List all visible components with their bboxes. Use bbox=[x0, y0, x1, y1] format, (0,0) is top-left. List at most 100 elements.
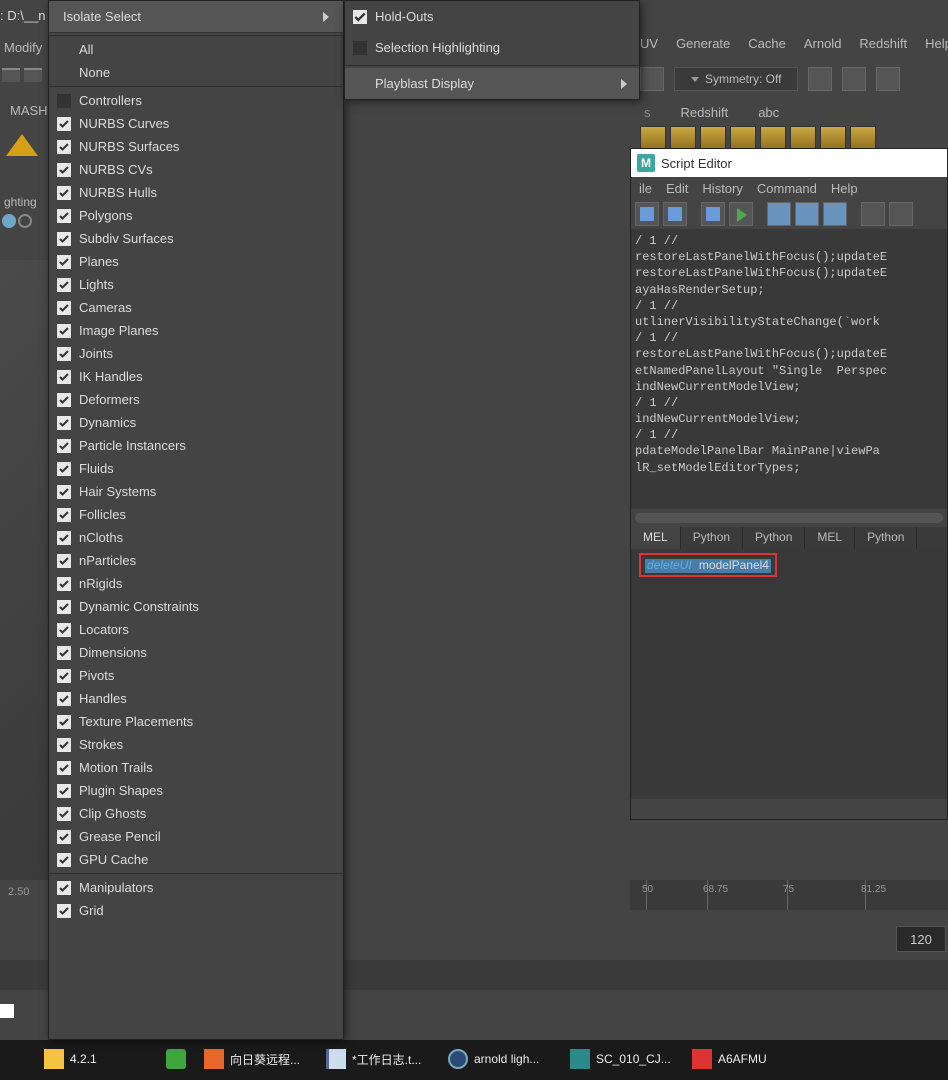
folder-icon[interactable] bbox=[2, 68, 20, 82]
menu-generate[interactable]: Generate bbox=[676, 36, 730, 51]
open-icon[interactable] bbox=[701, 202, 725, 226]
taskbar-item[interactable]: 向日葵远程... bbox=[196, 1044, 316, 1076]
sync-icon[interactable] bbox=[18, 214, 32, 228]
se-menu-file[interactable]: ile bbox=[639, 181, 652, 196]
script-tab-python-4[interactable]: Python bbox=[855, 527, 917, 549]
camera-icon[interactable] bbox=[842, 67, 866, 91]
show-none-item[interactable]: None bbox=[49, 61, 343, 84]
script-output[interactable]: / 1 // restoreLastPanelWithFocus();updat… bbox=[631, 229, 947, 509]
modify-menu[interactable]: Modify bbox=[4, 40, 42, 55]
show-item-joints[interactable]: Joints bbox=[49, 342, 343, 365]
folder-open-icon[interactable] bbox=[24, 68, 42, 82]
show-item-texture-placements[interactable]: Texture Placements bbox=[49, 710, 343, 733]
menu-help[interactable]: Help bbox=[925, 36, 948, 51]
render-icon[interactable] bbox=[876, 67, 900, 91]
show-item-polygons[interactable]: Polygons bbox=[49, 204, 343, 227]
show-item-dimensions[interactable]: Dimensions bbox=[49, 641, 343, 664]
show-item-nurbs-cvs[interactable]: NURBS CVs bbox=[49, 158, 343, 181]
se-menu-edit[interactable]: Edit bbox=[666, 181, 688, 196]
script-editor-titlebar[interactable]: M Script Editor bbox=[631, 149, 947, 177]
show-item-image-planes[interactable]: Image Planes bbox=[49, 319, 343, 342]
se-menu-help[interactable]: Help bbox=[831, 181, 858, 196]
show-item-locators[interactable]: Locators bbox=[49, 618, 343, 641]
timeline[interactable]: 5068.757581.25 bbox=[630, 880, 948, 910]
clear-history-icon[interactable] bbox=[767, 202, 791, 226]
shelf-tab-redshift[interactable]: Redshift bbox=[681, 105, 729, 120]
isolate-select-item[interactable]: Isolate Select bbox=[49, 1, 343, 33]
taskbar-item[interactable] bbox=[158, 1044, 194, 1076]
show-history-icon[interactable] bbox=[861, 202, 885, 226]
show-item-nurbs-surfaces[interactable]: NURBS Surfaces bbox=[49, 135, 343, 158]
show-item-ncloths[interactable]: nCloths bbox=[49, 526, 343, 549]
show-manipulators-item[interactable]: Manipulators bbox=[49, 876, 343, 899]
show-all-item[interactable]: All bbox=[49, 38, 343, 61]
taskbar-item[interactable]: SC_010_CJ... bbox=[562, 1044, 682, 1076]
show-item-lights[interactable]: Lights bbox=[49, 273, 343, 296]
menu-arnold[interactable]: Arnold bbox=[804, 36, 842, 51]
save-all-icon[interactable] bbox=[663, 202, 687, 226]
show-item-subdiv-surfaces[interactable]: Subdiv Surfaces bbox=[49, 227, 343, 250]
frame-counter[interactable]: 120 bbox=[896, 926, 946, 952]
show-item-ik-handles[interactable]: IK Handles bbox=[49, 365, 343, 388]
symmetry-dropdown[interactable]: Symmetry: Off bbox=[674, 67, 798, 91]
show-item-particle-instancers[interactable]: Particle Instancers bbox=[49, 434, 343, 457]
taskbar-item[interactable]: arnold ligh... bbox=[440, 1044, 560, 1076]
show-item-nurbs-curves[interactable]: NURBS Curves bbox=[49, 112, 343, 135]
shelf-tab-abc[interactable]: abc bbox=[758, 105, 779, 120]
show-item-deformers[interactable]: Deformers bbox=[49, 388, 343, 411]
show-item-cameras[interactable]: Cameras bbox=[49, 296, 343, 319]
script-tab-mel-3[interactable]: MEL bbox=[805, 527, 855, 549]
se-menu-history[interactable]: History bbox=[702, 181, 742, 196]
pin-icon[interactable] bbox=[2, 214, 16, 228]
taskbar-item[interactable]: A6AFMU bbox=[684, 1044, 804, 1076]
selection-highlighting-item[interactable]: Selection Highlighting bbox=[345, 32, 639, 63]
show-item-dynamic-constraints[interactable]: Dynamic Constraints bbox=[49, 595, 343, 618]
taskbar-item[interactable]: 4.2.1 bbox=[36, 1044, 156, 1076]
script-input[interactable]: deleteUI modelPanel4 bbox=[631, 549, 947, 799]
script-tab-mel-0[interactable]: MEL bbox=[631, 527, 681, 549]
taskbar-item[interactable]: *工作日志.t... bbox=[318, 1044, 438, 1076]
script-tab-python-2[interactable]: Python bbox=[743, 527, 805, 549]
show-input-icon[interactable] bbox=[889, 202, 913, 226]
script-tabs: MELPythonPythonMELPython bbox=[631, 527, 947, 549]
show-item-follicles[interactable]: Follicles bbox=[49, 503, 343, 526]
execute-icon[interactable] bbox=[729, 202, 753, 226]
save-icon[interactable] bbox=[635, 202, 659, 226]
checkbox-icon bbox=[57, 94, 71, 108]
checkbox-icon bbox=[57, 738, 71, 752]
show-item-pivots[interactable]: Pivots bbox=[49, 664, 343, 687]
show-item-grease-pencil[interactable]: Grease Pencil bbox=[49, 825, 343, 848]
show-item-handles[interactable]: Handles bbox=[49, 687, 343, 710]
show-menu: Isolate Select All None ControllersNURBS… bbox=[48, 0, 344, 1040]
show-item-dynamics[interactable]: Dynamics bbox=[49, 411, 343, 434]
magnet-icon[interactable] bbox=[640, 67, 664, 91]
show-item-strokes[interactable]: Strokes bbox=[49, 733, 343, 756]
show-item-planes[interactable]: Planes bbox=[49, 250, 343, 273]
menu-redshift[interactable]: Redshift bbox=[859, 36, 907, 51]
script-tab-python-1[interactable]: Python bbox=[681, 527, 743, 549]
menu-uv[interactable]: UV bbox=[640, 36, 658, 51]
show-item-gpu-cache[interactable]: GPU Cache bbox=[49, 848, 343, 871]
cone-shelf-icon[interactable] bbox=[4, 130, 40, 166]
show-item-fluids[interactable]: Fluids bbox=[49, 457, 343, 480]
show-grid-item[interactable]: Grid bbox=[49, 899, 343, 922]
playblast-display-item[interactable]: Playblast Display bbox=[345, 68, 639, 99]
se-menu-command[interactable]: Command bbox=[757, 181, 817, 196]
show-item-label: Dynamic Constraints bbox=[79, 599, 331, 614]
clear-input-icon[interactable] bbox=[795, 202, 819, 226]
show-item-nurbs-hulls[interactable]: NURBS Hulls bbox=[49, 181, 343, 204]
holdouts-item[interactable]: Hold-Outs bbox=[345, 1, 639, 32]
show-item-nparticles[interactable]: nParticles bbox=[49, 549, 343, 572]
show-item-hair-systems[interactable]: Hair Systems bbox=[49, 480, 343, 503]
grid-icon[interactable] bbox=[808, 67, 832, 91]
show-item-clip-ghosts[interactable]: Clip Ghosts bbox=[49, 802, 343, 825]
mash-tab[interactable]: MASH bbox=[10, 103, 48, 118]
menu-cache[interactable]: Cache bbox=[748, 36, 786, 51]
show-item-plugin-shapes[interactable]: Plugin Shapes bbox=[49, 779, 343, 802]
show-item-controllers[interactable]: Controllers bbox=[49, 89, 343, 112]
show-item-nrigids[interactable]: nRigids bbox=[49, 572, 343, 595]
clear-all-icon[interactable] bbox=[823, 202, 847, 226]
viewport[interactable] bbox=[0, 260, 50, 880]
show-item-motion-trails[interactable]: Motion Trails bbox=[49, 756, 343, 779]
scrollbar[interactable] bbox=[635, 513, 943, 523]
